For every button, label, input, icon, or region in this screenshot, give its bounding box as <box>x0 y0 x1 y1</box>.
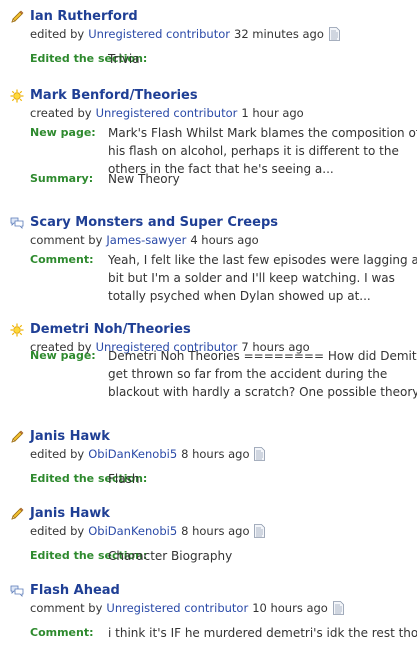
detail-line: his flash on alcohol, perhaps it is diff… <box>108 144 399 158</box>
entry-title-link[interactable]: Janis Hawk <box>30 428 110 446</box>
entry-time: 32 minutes ago <box>234 27 324 41</box>
entry-title-link[interactable]: Mark Benford/Theories <box>30 87 198 105</box>
feed-entry: Janis Hawk edited by ObiDanKenobi5 8 hours … <box>10 505 417 585</box>
speech-bubbles-icon <box>10 584 24 598</box>
detail-text: New Theory <box>108 170 417 188</box>
entry-time: 8 hours ago <box>181 447 250 461</box>
entry-title-link[interactable]: Janis Hawk <box>30 505 110 523</box>
entry-action: created by <box>30 106 92 120</box>
sun-icon <box>10 89 24 103</box>
user-link[interactable]: ObiDanKenobi5 <box>88 523 177 539</box>
detail-text: Yeah, I felt like the last few episodes … <box>108 251 417 305</box>
entry-action: edited by <box>30 524 85 538</box>
entry-header: Ian Rutherford <box>10 8 417 26</box>
feed-entry: Scary Monsters and Super Creeps comment b… <box>10 214 417 303</box>
pencil-icon <box>10 430 24 444</box>
detail-line: get thrown so far from the accident duri… <box>108 367 388 381</box>
entry-meta: comment by James-sawyer 4 hours ago <box>30 232 417 248</box>
entry-action: comment by <box>30 233 103 247</box>
entry-header: Flash Ahead <box>10 582 417 600</box>
detail-line: bit but I'm a solder and I'll keep watch… <box>108 271 395 285</box>
entry-header: Mark Benford/Theories <box>10 87 417 105</box>
diff-icon[interactable] <box>253 524 266 538</box>
entry-title-link[interactable]: Flash Ahead <box>30 582 120 600</box>
entry-detail: Comment: i think it's IF he murdered deme… <box>30 624 417 642</box>
user-link[interactable]: Unregistered contributor <box>96 105 238 121</box>
detail-label: Edited the section: <box>30 472 148 485</box>
detail-text: Character Biography <box>108 547 417 565</box>
detail-label: New page: <box>30 126 96 139</box>
detail-label: Comment: <box>30 626 94 639</box>
diff-icon[interactable] <box>253 447 266 461</box>
sun-icon <box>10 323 24 337</box>
entry-meta: edited by ObiDanKenobi5 8 hours ago <box>30 523 417 539</box>
entry-meta: edited by Unregistered contributor 32 minu… <box>30 26 417 42</box>
detail-line: Demetri Noh Theories ======== How did De… <box>108 349 417 363</box>
detail-text: Demetri Noh Theories ======== How did De… <box>108 347 417 401</box>
entry-header: Janis Hawk <box>10 428 417 446</box>
detail-line: New Theory <box>108 172 180 186</box>
pencil-icon <box>10 10 24 24</box>
entry-detail: Edited the section: Character Biography <box>30 547 417 565</box>
detail-text: i think it's IF he murdered demetri's id… <box>108 624 417 642</box>
detail-label: Comment: <box>30 253 94 266</box>
activity-feed: Ian Rutherford edited by Unregistered cont… <box>0 0 417 655</box>
detail-text: Trivia <box>108 50 417 68</box>
entry-detail: Edited the section: Flash <box>30 470 417 488</box>
entry-action: edited by <box>30 27 85 41</box>
speech-bubbles-icon <box>10 216 24 230</box>
entry-header: Demetri Noh/Theories <box>10 321 417 339</box>
entry-title-link[interactable]: Scary Monsters and Super Creeps <box>30 214 278 232</box>
detail-line: totally psyched when Dylan showed up at.… <box>108 289 371 303</box>
detail-label: Summary: <box>30 172 94 185</box>
feed-entry: Janis Hawk edited by ObiDanKenobi5 8 hours … <box>10 428 417 508</box>
user-link[interactable]: Unregistered contributor <box>88 26 230 42</box>
detail-line: i think it's IF he murdered demetri's id… <box>108 626 417 640</box>
detail-line: blackout with hardly a scratch? One poss… <box>108 385 417 399</box>
detail-label: Edited the section: <box>30 549 148 562</box>
entry-action: comment by <box>30 601 103 615</box>
diff-icon[interactable] <box>328 27 341 41</box>
entry-detail: Summary: New Theory <box>30 170 417 188</box>
entry-meta: comment by Unregistered contributor 10 hou… <box>30 600 417 616</box>
entry-detail: Edited the section: Trivia <box>30 50 417 68</box>
entry-time: 10 hours ago <box>252 601 328 615</box>
entry-meta: created by Unregistered contributor 1 hour… <box>30 105 417 121</box>
detail-label: Edited the section: <box>30 52 148 65</box>
entry-title-link[interactable]: Demetri Noh/Theories <box>30 321 191 339</box>
detail-line: Trivia <box>108 52 140 66</box>
user-link[interactable]: James-sawyer <box>106 232 186 248</box>
entry-header: Janis Hawk <box>10 505 417 523</box>
entry-meta: edited by ObiDanKenobi5 8 hours ago <box>30 446 417 462</box>
entry-time: 8 hours ago <box>181 524 250 538</box>
user-link[interactable]: ObiDanKenobi5 <box>88 446 177 462</box>
entry-detail: New page: Demetri Noh Theories ======== H… <box>30 347 417 401</box>
detail-line: Character Biography <box>108 549 233 563</box>
feed-entry: Demetri Noh/Theories created by Unregister… <box>10 321 417 401</box>
entry-detail: Comment: Yeah, I felt like the last few e… <box>30 251 417 305</box>
entry-header: Scary Monsters and Super Creeps <box>10 214 417 232</box>
entry-title-link[interactable]: Ian Rutherford <box>30 8 138 26</box>
entry-time: 1 hour ago <box>241 106 304 120</box>
diff-icon[interactable] <box>332 601 345 615</box>
feed-entry: Flash Ahead comment by Unregistered contri… <box>10 582 417 655</box>
detail-line: Mark's Flash Whilst Mark blames the comp… <box>108 126 417 140</box>
detail-text: Flash <box>108 470 417 488</box>
user-link[interactable]: Unregistered contributor <box>106 600 248 616</box>
detail-label: New page: <box>30 349 96 362</box>
feed-entry: Ian Rutherford edited by Unregistered cont… <box>10 8 417 88</box>
feed-entry: Mark Benford/Theories created by Unregiste… <box>10 87 417 186</box>
detail-line: Flash <box>108 472 140 486</box>
entry-action: edited by <box>30 447 85 461</box>
detail-line: Yeah, I felt like the last few episodes … <box>108 253 417 267</box>
entry-time: 4 hours ago <box>190 233 259 247</box>
pencil-icon <box>10 507 24 521</box>
